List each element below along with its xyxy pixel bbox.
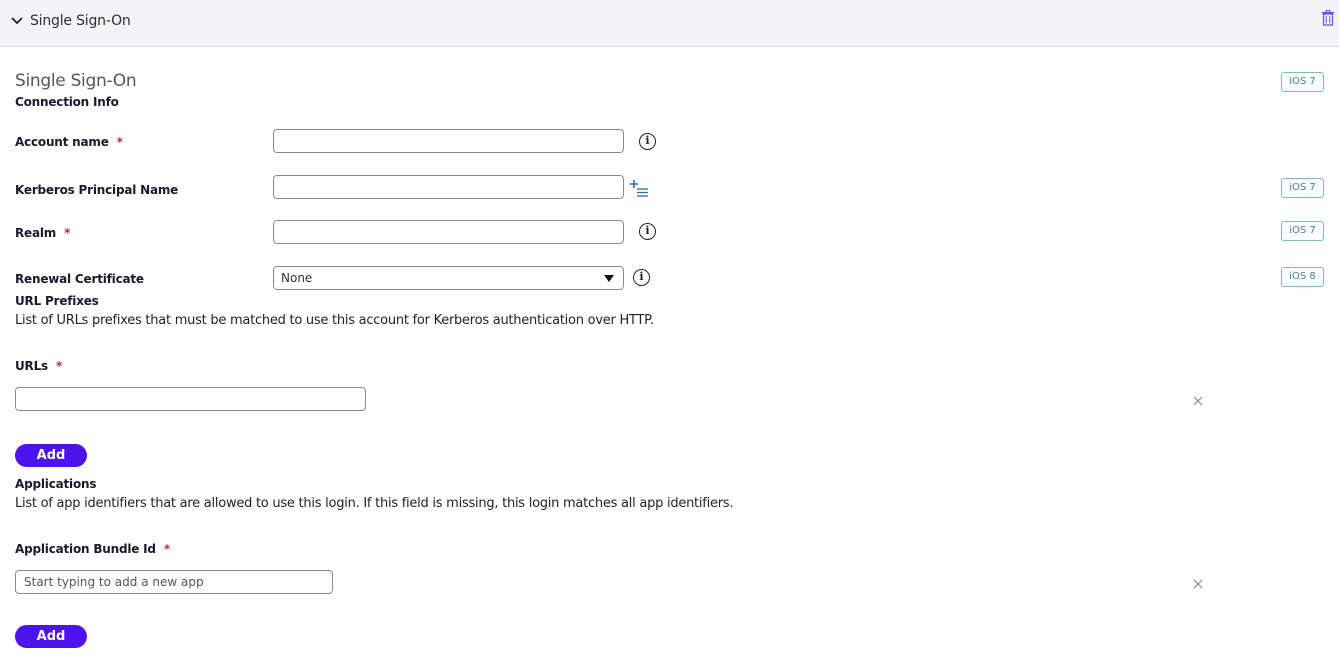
required-marker: * [116, 135, 123, 149]
header-title: Single Sign-On [30, 13, 131, 29]
application-bundle-id-input[interactable] [15, 570, 333, 594]
renewal-certificate-value: None [281, 271, 313, 285]
url-prefixes-heading: URL Prefixes [15, 294, 99, 308]
required-marker: * [55, 359, 63, 373]
caret-down-icon [604, 275, 614, 282]
ios-version-badge: iOS 7 [1281, 178, 1324, 198]
ios-version-badge: iOS 7 [1281, 72, 1324, 92]
renewal-certificate-select[interactable]: None [273, 266, 624, 290]
ios-version-badge: iOS 8 [1281, 267, 1324, 287]
kerberos-principal-input[interactable] [273, 175, 624, 199]
kerberos-principal-label: Kerberos Principal Name [15, 183, 179, 197]
close-icon[interactable] [1192, 395, 1204, 407]
info-icon[interactable]: i [639, 223, 656, 240]
add-variable-list-icon[interactable] [629, 180, 651, 198]
urls-label-text: URLs [15, 359, 48, 373]
account-name-label-text: Account name [15, 135, 109, 149]
trash-icon[interactable] [1321, 10, 1335, 26]
chevron-down-icon[interactable] [10, 14, 24, 28]
info-icon[interactable]: i [633, 269, 650, 286]
applications-heading: Applications [15, 477, 97, 491]
url-input[interactable] [15, 387, 366, 411]
realm-label-text: Realm [15, 226, 57, 240]
required-marker: * [163, 542, 170, 556]
applications-description: List of app identifiers that are allowed… [15, 496, 734, 511]
account-name-input[interactable] [273, 129, 624, 153]
info-icon[interactable]: i [639, 133, 656, 150]
renewal-certificate-label: Renewal Certificate [15, 272, 144, 286]
urls-label: URLs * [15, 359, 62, 373]
account-name-label: Account name * [15, 135, 123, 149]
url-prefixes-description: List of URLs prefixes that must be match… [15, 313, 654, 328]
section-header[interactable]: Single Sign-On [0, 0, 1339, 47]
application-bundle-id-label-text: Application Bundle Id [15, 542, 156, 556]
required-marker: * [64, 226, 71, 240]
realm-input[interactable] [273, 220, 624, 244]
section-title: Single Sign-On [15, 71, 137, 91]
application-bundle-id-label: Application Bundle Id * [15, 542, 170, 556]
ios-version-badge: iOS 7 [1281, 221, 1324, 241]
add-application-button[interactable]: Add [15, 625, 87, 648]
close-icon[interactable] [1192, 578, 1204, 590]
realm-label: Realm * [15, 226, 70, 240]
connection-info-heading: Connection Info [15, 95, 119, 109]
add-url-button[interactable]: Add [15, 444, 87, 467]
